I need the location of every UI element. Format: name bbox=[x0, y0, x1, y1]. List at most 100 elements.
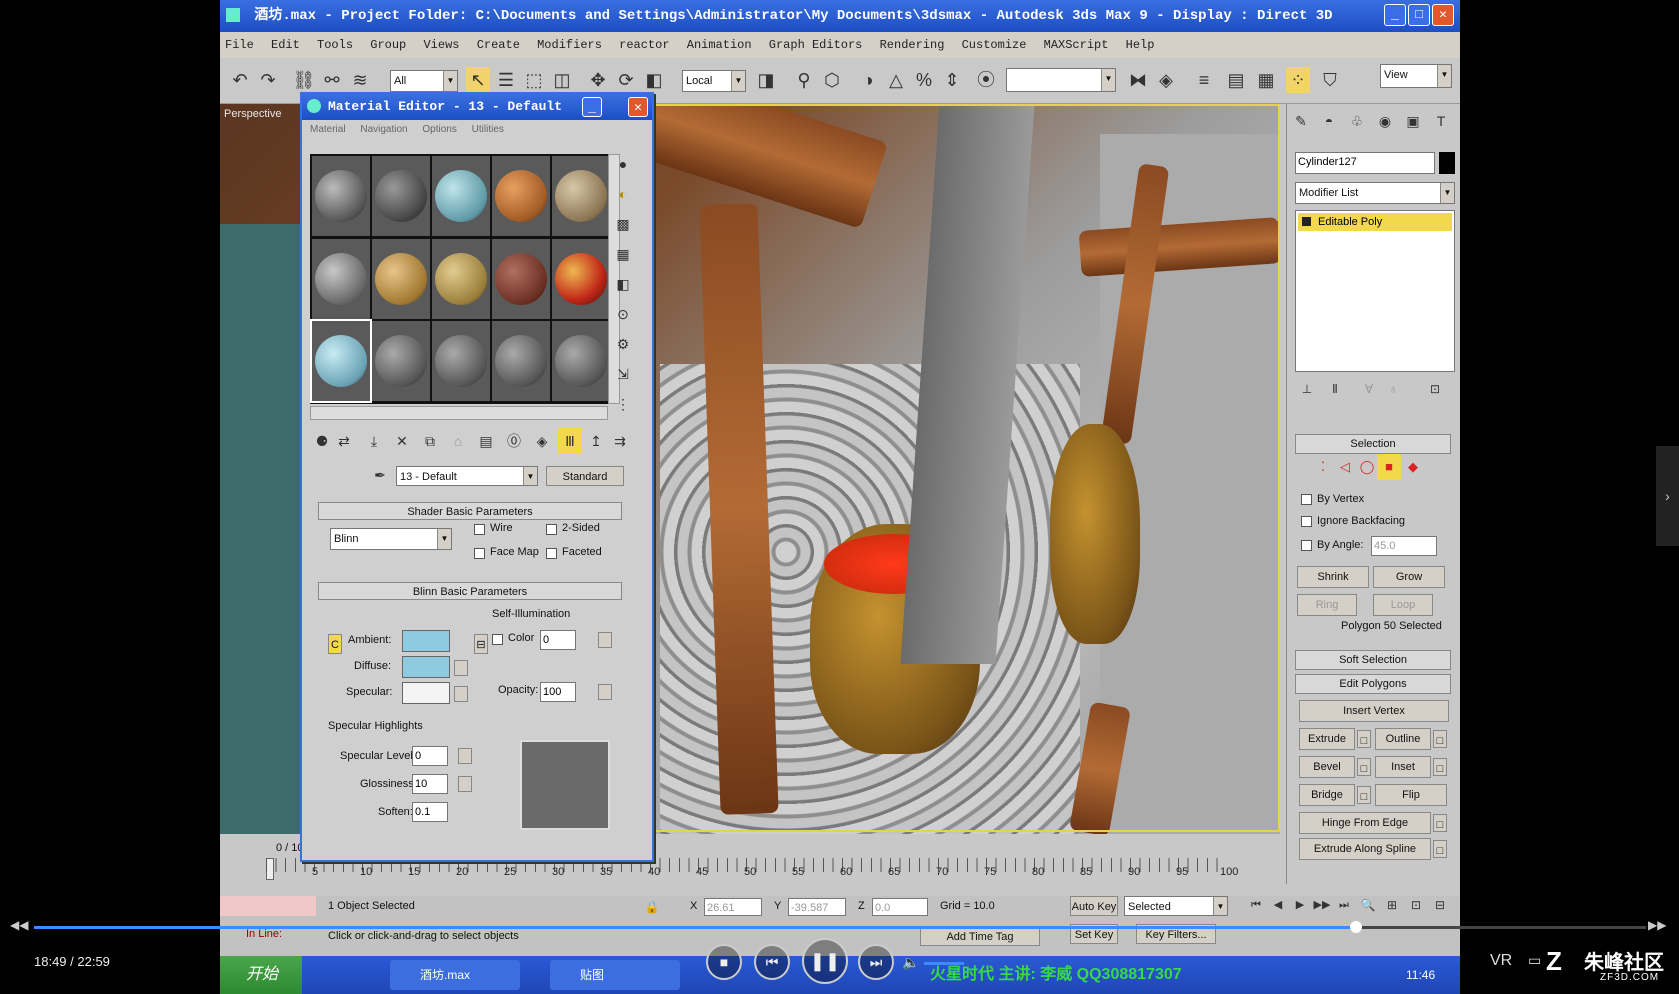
select-by-material-icon[interactable]: ⇲ bbox=[614, 366, 632, 390]
material-editor-close-button[interactable]: ✕ bbox=[628, 97, 648, 117]
ignore-backfacing-checkbox[interactable] bbox=[1301, 516, 1312, 527]
selection-rollout-header[interactable]: Selection bbox=[1295, 434, 1451, 454]
sample-slot[interactable] bbox=[432, 321, 490, 402]
stack-item-editable-poly[interactable]: Editable Poly bbox=[1298, 213, 1452, 231]
pick-material-eyedropper-icon[interactable]: ✒ bbox=[368, 462, 392, 488]
window-crossing-icon[interactable]: ◫ bbox=[550, 67, 574, 93]
bridge-settings-button[interactable]: □ bbox=[1357, 786, 1371, 804]
background-icon[interactable]: ▩ bbox=[614, 216, 632, 240]
blinn-basic-params-header[interactable]: Blinn Basic Parameters bbox=[318, 582, 622, 600]
keyboard-shortcut-icon[interactable]: ⬡ bbox=[820, 67, 844, 93]
bind-space-warp-icon[interactable]: ≋ bbox=[348, 67, 372, 93]
sample-slot[interactable] bbox=[372, 321, 430, 402]
sample-slot-active[interactable] bbox=[310, 319, 372, 404]
object-name-field[interactable]: Cylinder127 bbox=[1295, 152, 1435, 174]
go-forward-sibling-icon[interactable]: ⇉ bbox=[608, 428, 632, 454]
select-manipulate-icon[interactable]: ⚲ bbox=[792, 67, 816, 93]
player-side-expand-button[interactable]: › bbox=[1656, 446, 1679, 546]
pivot-center-icon[interactable]: ◨ bbox=[754, 67, 778, 93]
bevel-button[interactable]: Bevel bbox=[1299, 756, 1355, 778]
extrude-button[interactable]: Extrude bbox=[1299, 728, 1355, 750]
diffuse-map-button[interactable] bbox=[454, 660, 468, 676]
go-to-parent-icon[interactable]: ↥ bbox=[584, 428, 608, 454]
sample-slot[interactable] bbox=[492, 321, 550, 402]
two-sided-checkbox[interactable] bbox=[546, 524, 557, 535]
pin-stack-icon[interactable]: ⊥ bbox=[1295, 376, 1319, 402]
sample-slot[interactable] bbox=[372, 238, 430, 319]
material-effects-channel-icon[interactable]: ⓪ bbox=[502, 428, 526, 454]
reference-coord-dropdown[interactable]: Local ▼ bbox=[682, 70, 746, 92]
maximize-button[interactable]: □ bbox=[1408, 4, 1430, 26]
material-editor-icon[interactable]: ⁘ bbox=[1286, 67, 1310, 93]
percent-snap-icon[interactable]: % bbox=[912, 67, 936, 93]
hinge-settings-button[interactable]: □ bbox=[1433, 814, 1447, 832]
utilities-tab-icon[interactable]: T bbox=[1429, 108, 1453, 134]
make-unique-icon[interactable]: ∀ bbox=[1357, 376, 1381, 402]
specular-map-button[interactable] bbox=[454, 686, 468, 702]
motion-tab-icon[interactable]: ◉ bbox=[1373, 108, 1397, 134]
link-icon[interactable]: ⛓ bbox=[292, 67, 316, 93]
move-icon[interactable]: ✥ bbox=[586, 67, 610, 93]
player-volume-icon[interactable]: 🔈 bbox=[902, 954, 919, 971]
player-previous-button[interactable]: ⏮ bbox=[754, 944, 790, 980]
select-by-name-icon[interactable]: ☰ bbox=[494, 67, 518, 93]
menu-graph-editors[interactable]: Graph Editors bbox=[769, 38, 863, 52]
player-stop-button[interactable]: ■ bbox=[706, 944, 742, 980]
redo-icon[interactable]: ↷ bbox=[256, 67, 280, 93]
curve-editor-icon[interactable]: ▤ bbox=[1224, 67, 1248, 93]
make-unique-material-icon[interactable]: ⌂ bbox=[446, 428, 470, 454]
self-illum-color-checkbox[interactable] bbox=[492, 634, 503, 645]
rectangular-selection-icon[interactable]: ⬚ bbox=[522, 67, 546, 93]
menu-views[interactable]: Views bbox=[423, 38, 459, 52]
sample-slot[interactable] bbox=[312, 238, 370, 319]
display-tab-icon[interactable]: ▣ bbox=[1401, 108, 1425, 134]
sample-slot[interactable] bbox=[492, 156, 550, 236]
player-volume-slider[interactable] bbox=[924, 962, 964, 965]
wire-checkbox[interactable] bbox=[474, 524, 485, 535]
border-mode-icon[interactable]: ◯ bbox=[1355, 454, 1379, 480]
ambient-color-swatch[interactable] bbox=[402, 630, 450, 652]
menu-file[interactable]: File bbox=[225, 38, 254, 52]
outline-button[interactable]: Outline bbox=[1375, 728, 1431, 750]
render-scene-icon[interactable]: ⛉ bbox=[1318, 67, 1342, 93]
player-next-chapter-icon[interactable]: ▶▶ bbox=[1648, 918, 1666, 932]
sample-type-icon[interactable]: ● bbox=[614, 156, 632, 180]
layer-manager-icon[interactable]: ≡ bbox=[1192, 67, 1216, 93]
scale-icon[interactable]: ◧ bbox=[642, 67, 666, 93]
sample-uv-tiling-icon[interactable]: ▦ bbox=[614, 246, 632, 270]
close-button[interactable]: ✕ bbox=[1432, 4, 1454, 26]
unlink-icon[interactable]: ⚯ bbox=[320, 67, 344, 93]
make-preview-icon[interactable]: ⊙ bbox=[614, 306, 632, 330]
lock-ambient-diffuse-button[interactable]: C bbox=[328, 634, 342, 654]
faceted-checkbox[interactable] bbox=[546, 548, 557, 559]
selection-filter-dropdown[interactable]: All ▼ bbox=[390, 70, 458, 92]
options-icon[interactable]: ⚙ bbox=[614, 336, 632, 360]
lock-icon-button[interactable]: ⊟ bbox=[474, 634, 488, 654]
remove-modifier-icon[interactable]: ♁ bbox=[1381, 376, 1405, 402]
glossiness-spinner[interactable]: 10 bbox=[412, 774, 448, 794]
material-navigator-icon[interactable]: ⋮ bbox=[614, 396, 632, 420]
med-menu-utilities[interactable]: Utilities bbox=[472, 124, 504, 135]
sample-slot[interactable] bbox=[492, 238, 550, 319]
inset-button[interactable]: Inset bbox=[1375, 756, 1431, 778]
get-material-icon[interactable]: ⚈ bbox=[310, 428, 334, 454]
menu-animation[interactable]: Animation bbox=[687, 38, 752, 52]
by-vertex-checkbox[interactable] bbox=[1301, 494, 1312, 505]
med-menu-navigation[interactable]: Navigation bbox=[360, 124, 407, 135]
edge-mode-icon[interactable]: ◁ bbox=[1333, 454, 1357, 480]
player-next-button[interactable]: ⏭ bbox=[858, 944, 894, 980]
inset-settings-button[interactable]: □ bbox=[1433, 758, 1447, 776]
menu-group[interactable]: Group bbox=[370, 38, 406, 52]
configure-sets-icon[interactable]: ⊡ bbox=[1423, 376, 1447, 402]
opacity-spinner[interactable]: 100 bbox=[540, 682, 576, 702]
diffuse-color-swatch[interactable] bbox=[402, 656, 450, 678]
sample-slot[interactable] bbox=[432, 238, 490, 319]
viewport-label[interactable]: Perspective bbox=[224, 108, 281, 120]
specular-level-spinner[interactable]: 0 bbox=[412, 746, 448, 766]
material-editor-minimize-button[interactable]: _ bbox=[582, 97, 602, 117]
by-angle-checkbox[interactable] bbox=[1301, 540, 1312, 551]
put-to-library-icon[interactable]: ▤ bbox=[474, 428, 498, 454]
select-object-icon[interactable]: ↖ bbox=[466, 67, 490, 93]
self-illum-spinner[interactable]: 0 bbox=[540, 630, 576, 650]
edit-polygons-rollout-header[interactable]: Edit Polygons bbox=[1295, 674, 1451, 694]
